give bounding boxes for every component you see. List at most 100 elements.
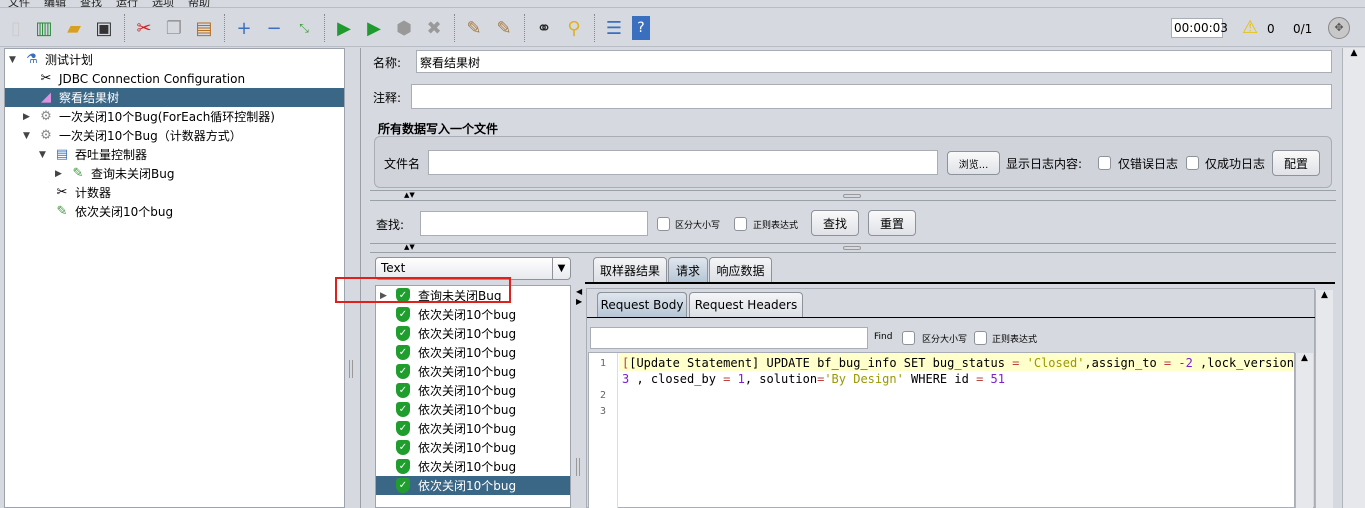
success-only-checkbox[interactable] <box>1186 156 1199 170</box>
find-button[interactable]: 查找 <box>811 210 859 236</box>
result-item[interactable]: ✓ 依次关闭10个bug <box>376 381 570 400</box>
warning-icon[interactable]: ⚠ <box>1242 17 1258 38</box>
menu-file[interactable]: 文件 <box>8 0 30 9</box>
find-case-label: 区分大小写 <box>922 335 968 345</box>
tab-request[interactable]: 请求 <box>668 257 708 282</box>
expand-icon[interactable]: + <box>232 16 256 40</box>
tree-node-thread-group-foreach[interactable]: ▶ ⚙ 一次关闭10个Bug(ForEach循环控制器) <box>23 107 275 126</box>
main-splitter-handle[interactable] <box>349 360 353 378</box>
result-item[interactable]: ✓ 依次关闭10个bug <box>376 419 570 438</box>
log-content-label: 显示日志内容: <box>1006 157 1083 171</box>
code-text: [[Update Statement] UPDATE bf_bug_info S… <box>622 356 1308 386</box>
tree-node-test-plan[interactable]: ▼ ⚗ 测试计划 <box>9 50 93 69</box>
cut-icon[interactable]: ✂ <box>132 16 156 40</box>
function-helper-icon[interactable]: ☰ <box>602 16 626 40</box>
name-input[interactable]: 察看结果树 <box>416 50 1332 73</box>
chevron-down-icon[interactable]: ▼ <box>552 258 570 279</box>
menu-bar: 文件 编辑 查找 运行 选项 帮助 <box>0 0 1365 9</box>
result-label: 依次关闭10个bug <box>418 308 517 322</box>
new-icon[interactable]: ▯ <box>4 16 28 40</box>
subtab-request-body-active[interactable]: Request Body <box>597 292 687 317</box>
reset-button[interactable]: 重置 <box>868 210 916 236</box>
result-item[interactable]: ✓ 依次关闭10个bug <box>376 457 570 476</box>
open-icon[interactable]: ▰ <box>62 16 86 40</box>
browse-button[interactable]: 浏览... <box>947 151 1000 175</box>
help-icon[interactable]: ? <box>632 16 650 40</box>
results-splitter-handle[interactable] <box>576 458 580 476</box>
main-scrollbar[interactable]: ▲ <box>1342 48 1365 508</box>
result-item[interactable]: ✓ 依次关闭10个bug <box>376 343 570 362</box>
save-icon[interactable]: ▣ <box>92 16 116 40</box>
comment-input[interactable] <box>411 84 1332 109</box>
find-input[interactable] <box>590 327 868 349</box>
renderer-value: Text <box>381 261 406 275</box>
find-regex-label: 正则表达式 <box>992 335 1038 345</box>
templates-icon[interactable]: ▥ <box>32 16 56 40</box>
result-item[interactable]: ✓ 依次关闭10个bug <box>376 400 570 419</box>
errors-only-label: 仅错误日志 <box>1118 157 1179 171</box>
success-shield-icon: ✓ <box>396 421 410 436</box>
menu-search[interactable]: 查找 <box>80 0 102 9</box>
result-label: 依次关闭10个bug <box>418 403 517 417</box>
success-shield-icon: ✓ <box>396 478 410 493</box>
result-label: 依次关闭10个bug <box>418 441 517 455</box>
tab-response-data[interactable]: 响应数据 <box>709 257 772 282</box>
collapse-arrows-icon[interactable]: ◀ ▶ <box>576 287 582 307</box>
search-label: 查找: <box>376 218 405 232</box>
toolbar: ▯ ▥ ▰ ▣ ✂ ❐ ▤ + − ⤡ ▶ ▶ ⬢ ✖ ✎ ✎ ⚭ ⚲ ☰ ? … <box>0 7 1365 47</box>
name-label: 名称: <box>373 56 402 70</box>
tree-node-counter[interactable]: ✂ 计数器 <box>39 183 111 202</box>
toggle-icon[interactable]: ⤡ <box>292 16 316 40</box>
configure-button[interactable]: 配置 <box>1272 150 1320 176</box>
remote-status-icon[interactable]: ✥ <box>1328 17 1350 39</box>
tree-node-close-bugs[interactable]: ✎ 依次关闭10个bug <box>39 202 174 221</box>
clear-all-icon[interactable]: ✎ <box>492 16 516 40</box>
tree-node-jdbc-config[interactable]: ✂ JDBC Connection Configuration <box>23 69 246 88</box>
tree-node-throughput-controller[interactable]: ▼ ▤ 吞吐量控制器 <box>39 145 147 164</box>
search-input[interactable] <box>420 211 648 236</box>
errors-only-checkbox[interactable] <box>1098 156 1111 170</box>
splitter-handle[interactable] <box>843 194 861 198</box>
tab-sampler-result[interactable]: 取样器结果 <box>593 257 667 282</box>
tree-node-query-open-bugs[interactable]: ▶ ✎ 查询未关闭Bug <box>55 164 174 183</box>
result-label: 依次关闭10个bug <box>418 327 517 341</box>
results-list: ▶ ✓ 查询未关闭Bug ✓ 依次关闭10个bug ✓ 依次关闭10个bug ✓ 依次关闭10个… <box>375 285 571 508</box>
splitter-arrows-icon[interactable]: ▲▼ <box>404 191 415 199</box>
start-icon[interactable]: ▶ <box>332 16 356 40</box>
find-case-checkbox[interactable] <box>902 331 915 345</box>
case-sensitive-checkbox[interactable] <box>657 217 670 231</box>
stop-icon[interactable]: ⬢ <box>392 16 416 40</box>
paste-icon[interactable]: ▤ <box>192 16 216 40</box>
tree-node-thread-group-counter[interactable]: ▼ ⚙ 一次关闭10个Bug（计数器方式） <box>23 126 242 145</box>
regex-checkbox[interactable] <box>734 217 747 231</box>
result-item[interactable]: ✓ 依次关闭10个bug <box>376 324 570 343</box>
result-item[interactable]: ✓ 依次关闭10个bug <box>376 305 570 324</box>
clear-icon[interactable]: ✎ <box>462 16 486 40</box>
result-label: 依次关闭10个bug <box>418 365 517 379</box>
result-item[interactable]: ✓ 依次关闭10个bug <box>376 438 570 457</box>
splitter-handle[interactable] <box>843 246 861 250</box>
result-item[interactable]: ✓ 依次关闭10个bug <box>376 476 570 495</box>
start-no-pause-icon[interactable]: ▶ <box>362 16 386 40</box>
shutdown-icon[interactable]: ✖ <box>422 16 446 40</box>
result-item[interactable]: ✓ 依次关闭10个bug <box>376 362 570 381</box>
tree-node-view-results-tree[interactable]: ◢ 察看结果树 <box>5 88 344 107</box>
subtab-request-headers[interactable]: Request Headers <box>689 292 803 317</box>
menu-run[interactable]: 运行 <box>116 0 138 9</box>
config-icon: ✂ <box>40 71 52 86</box>
splitter-arrows-icon[interactable]: ▲▼ <box>404 243 415 251</box>
copy-icon[interactable]: ❐ <box>162 16 186 40</box>
listener-icon: ◢ <box>41 90 51 105</box>
filename-input[interactable] <box>428 150 938 175</box>
request-panel-scrollbar[interactable]: ▲ <box>1315 290 1333 508</box>
reset-search-icon[interactable]: ⚲ <box>562 16 586 40</box>
editor-scrollbar[interactable]: ▲ <box>1295 353 1313 508</box>
thread-group-icon: ⚙ <box>40 109 52 124</box>
success-shield-icon: ✓ <box>396 345 410 360</box>
find-regex-checkbox[interactable] <box>974 331 987 345</box>
search-icon[interactable]: ⚭ <box>532 16 556 40</box>
menu-options[interactable]: 选项 <box>152 0 174 9</box>
menu-help[interactable]: 帮助 <box>188 0 210 9</box>
menu-edit[interactable]: 编辑 <box>44 0 66 9</box>
collapse-icon[interactable]: − <box>262 16 286 40</box>
